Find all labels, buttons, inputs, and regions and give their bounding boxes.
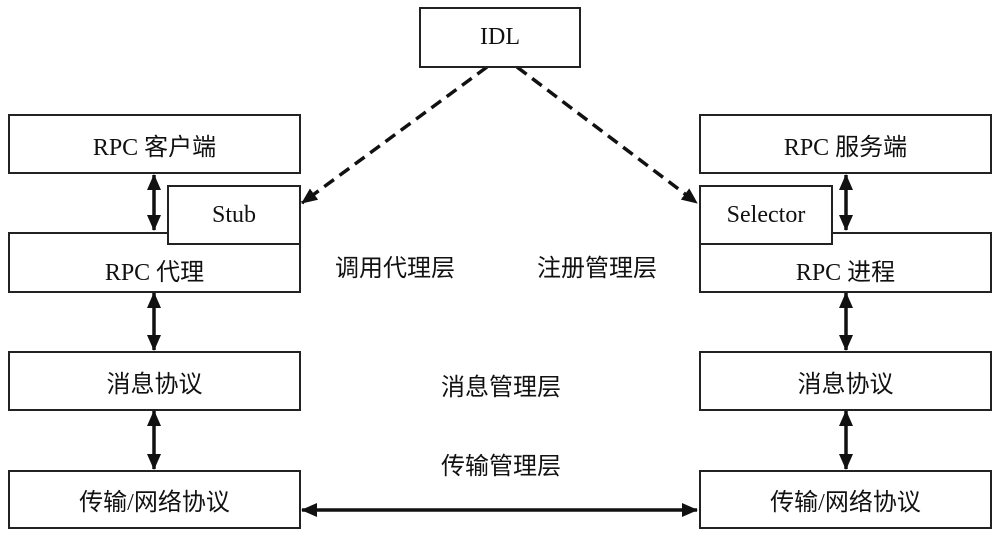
rpc-proxy-label: RPC 代理	[104, 260, 205, 286]
server-transport-label: 传输/网络协议	[770, 490, 921, 516]
rpc-server-box: RPC 服务端	[699, 114, 992, 174]
edge-idl-stub	[300, 65, 489, 205]
server-message-protocol-box: 消息协议	[699, 351, 992, 411]
rpc-client-label: RPC 客户端	[92, 134, 217, 161]
client-transport-label: 传输/网络协议	[79, 490, 230, 516]
client-message-protocol-box: 消息协议	[8, 351, 301, 411]
idl-box: IDL	[419, 7, 581, 68]
client-transport-box: 传输/网络协议	[8, 470, 301, 529]
layer-transport: 传输管理层	[441, 454, 561, 480]
selector-label: Selector	[726, 201, 806, 228]
rpc-client-box: RPC 客户端	[8, 114, 301, 174]
selector-box: Selector	[699, 185, 833, 245]
server-transport-box: 传输/网络协议	[699, 470, 992, 529]
client-message-protocol-label: 消息协议	[106, 371, 203, 398]
server-message-protocol-label: 消息协议	[797, 371, 894, 398]
stub-box: Stub	[167, 185, 301, 245]
layer-message: 消息管理层	[441, 375, 561, 401]
layer-call-proxy: 调用代理层	[335, 256, 455, 282]
idl-label: IDL	[480, 24, 520, 50]
rpc-process-label: RPC 进程	[795, 260, 896, 286]
layer-registry: 注册管理层	[537, 256, 657, 282]
rpc-server-label: RPC 服务端	[783, 134, 908, 161]
edge-idl-selector	[515, 65, 699, 205]
stub-label: Stub	[211, 201, 256, 228]
